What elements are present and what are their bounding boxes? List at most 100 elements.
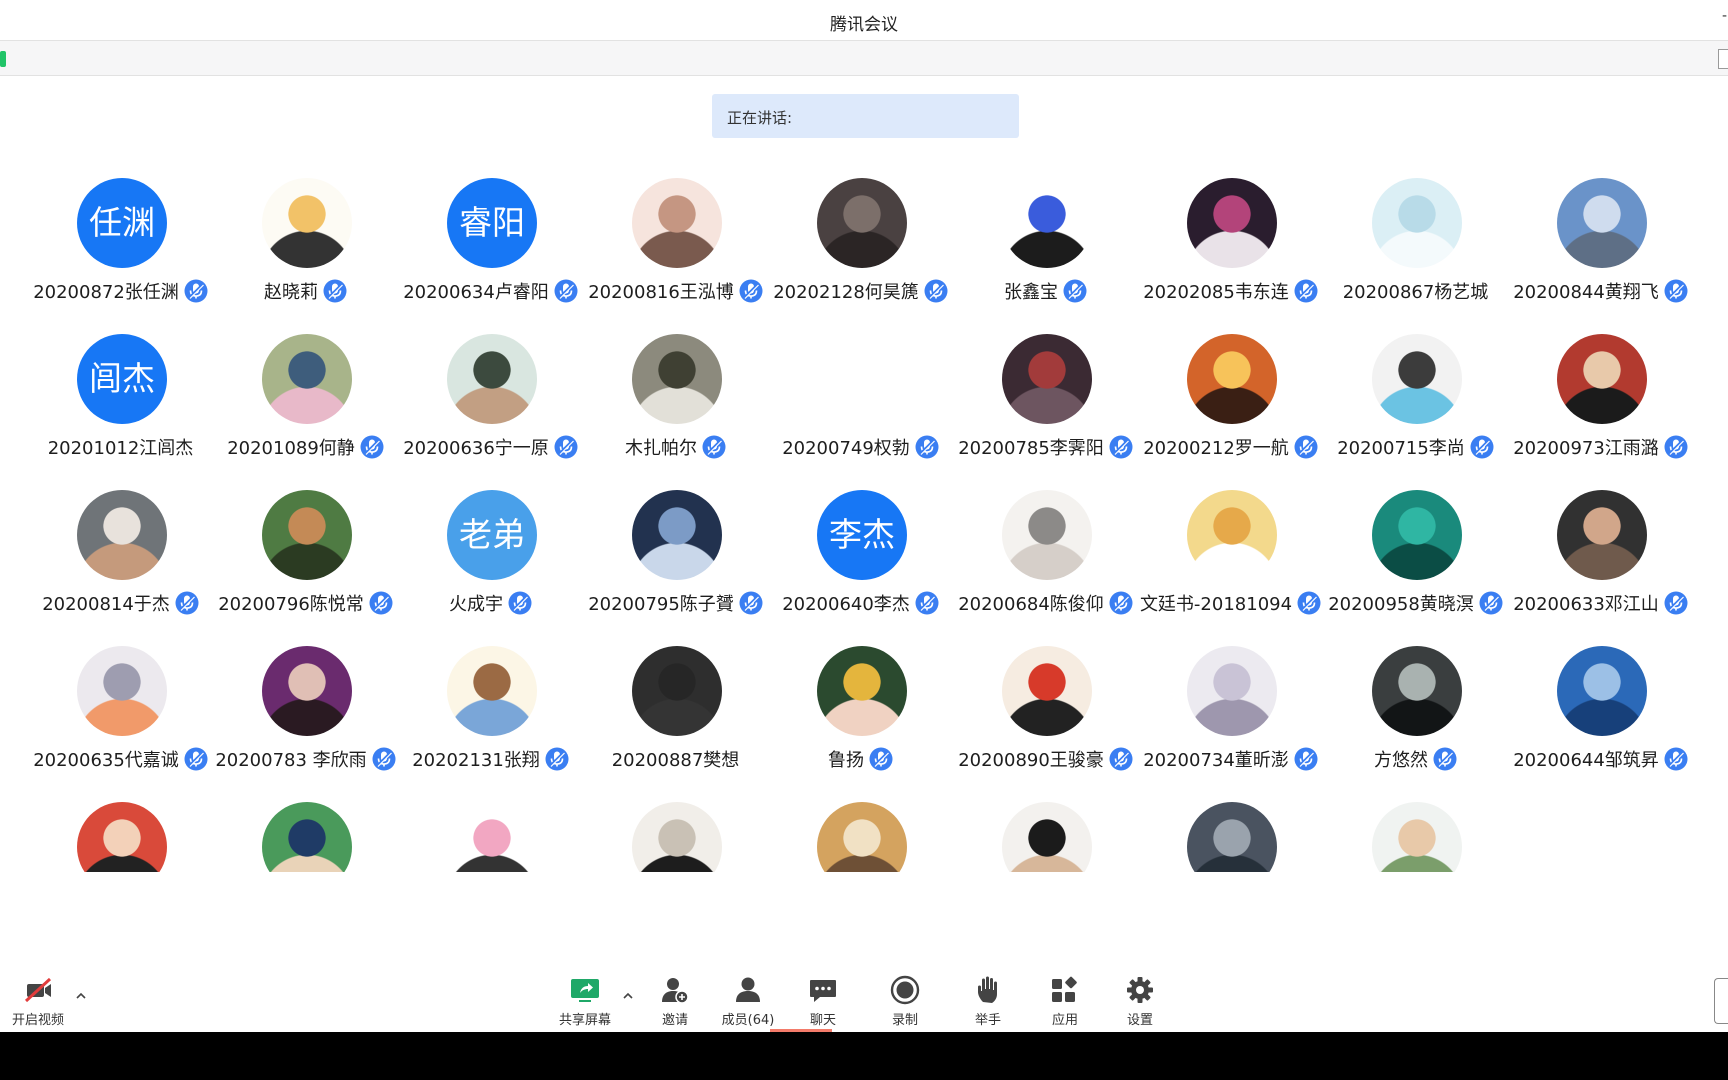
participant-tile[interactable]: 20200684陈俊仰: [953, 487, 1138, 637]
participant-tile[interactable]: 20200844黄翔飞: [1508, 175, 1693, 325]
participant-name: 20202128何昊篪: [773, 282, 919, 303]
participant-name: 赵晓莉: [264, 282, 318, 303]
participant-name: 方悠然: [1374, 750, 1428, 771]
participant-tile[interactable]: 20200796陈悦常: [213, 487, 398, 637]
participant-tile[interactable]: 20200783 李欣雨: [213, 643, 398, 793]
participant-name-row: 20200844黄翔飞: [1508, 279, 1693, 303]
participant-tile[interactable]: 张鑫宝: [953, 175, 1138, 325]
settings-label: 设置: [1126, 1013, 1153, 1028]
participant-tile[interactable]: 睿阳 20200634卢睿阳: [398, 175, 583, 325]
microphone-icon: [175, 591, 199, 615]
participant-tile[interactable]: [213, 799, 398, 872]
share-options-caret-icon[interactable]: [620, 988, 636, 1004]
view-toggle-button[interactable]: [1718, 49, 1728, 69]
participant-tile[interactable]: 20200973江雨潞: [1508, 331, 1693, 481]
avatar-initials: 睿阳: [447, 178, 537, 268]
participant-tile[interactable]: 20200635代嘉诚: [28, 643, 213, 793]
participant-name-row: 20200633邓江山: [1508, 591, 1693, 615]
participant-tile[interactable]: 方悠然: [1323, 643, 1508, 793]
video-options-caret-icon[interactable]: [73, 988, 89, 1004]
microphone-icon: [1109, 435, 1133, 459]
speaking-indicator: 正在讲话:: [712, 94, 1019, 138]
participant-tile[interactable]: 任渊 20200872张任渊: [28, 175, 213, 325]
side-panel-toggle[interactable]: [1714, 978, 1728, 1024]
members-button[interactable]: 成员(64): [710, 960, 786, 1032]
participant-name-row: 20200887樊想: [583, 747, 768, 771]
participant-tile[interactable]: 20201089何静: [213, 331, 398, 481]
participant-name-row: 20200890王骏豪: [953, 747, 1138, 771]
apps-button[interactable]: 应用: [1027, 960, 1103, 1032]
title-bar: 腾讯会议 -: [0, 0, 1728, 40]
microphone-icon: [739, 279, 763, 303]
microphone-icon: [184, 279, 208, 303]
participant-tile[interactable]: 20200816王泓博: [583, 175, 768, 325]
participant-tile[interactable]: 老弟 火成宇: [398, 487, 583, 637]
participant-tile[interactable]: 20200785李霁阳: [953, 331, 1138, 481]
participant-tile[interactable]: 文廷书-20181094: [1138, 487, 1323, 637]
participant-tile[interactable]: 20200212罗一航: [1138, 331, 1323, 481]
participant-name-row: 20202085韦东连: [1138, 279, 1323, 303]
apps-icon: [1052, 976, 1077, 1002]
participant-name: 20201089何静: [227, 438, 355, 459]
video-toggle-button[interactable]: 开启视频: [0, 960, 76, 1032]
participant-tile[interactable]: 李杰 20200640李杰: [768, 487, 953, 637]
participant-tile[interactable]: 20202128何昊篪: [768, 175, 953, 325]
avatar-initials: 李杰: [817, 490, 907, 580]
participant-name: 20200640李杰: [782, 594, 910, 615]
microphone-icon: [1294, 279, 1318, 303]
avatar: [1187, 490, 1277, 580]
participant-tile[interactable]: 20200644邹筑昇: [1508, 643, 1693, 793]
participant-tile[interactable]: [28, 799, 213, 872]
participant-tile[interactable]: 20200887樊想: [583, 643, 768, 793]
participant-tile[interactable]: [1323, 799, 1508, 872]
participant-tile[interactable]: [1138, 799, 1323, 872]
participant-name-row: 20200212罗一航: [1138, 435, 1323, 459]
participant-tile[interactable]: 20200749权勃: [768, 331, 953, 481]
share-screen-button[interactable]: 共享屏幕: [547, 960, 623, 1032]
participant-name: 20201012江闾杰: [47, 438, 194, 459]
participant-tile[interactable]: 20200795陈子贇: [583, 487, 768, 637]
participant-tile[interactable]: 20200633邓江山: [1508, 487, 1693, 637]
participant-tile[interactable]: 木扎帕尔: [583, 331, 768, 481]
participant-name: 20200795陈子贇: [588, 594, 734, 615]
microphone-icon: [1109, 591, 1133, 615]
participant-name: 20200634卢睿阳: [403, 282, 549, 303]
participant-grid: 任渊 20200872张任渊 赵晓莉 睿阳 20200634卢睿阳 20200816王泓博…: [0, 175, 1728, 872]
participant-tile[interactable]: 20202131张翔: [398, 643, 583, 793]
participant-tile[interactable]: [768, 799, 953, 872]
participant-name-row: 20200783 李欣雨: [213, 747, 398, 771]
participant-tile[interactable]: 闾杰 20201012江闾杰: [28, 331, 213, 481]
participant-name: 张鑫宝: [1004, 282, 1058, 303]
microphone-icon: [545, 747, 569, 771]
microphone-icon: [1664, 279, 1688, 303]
participant-name: 20202085韦东连: [1143, 282, 1289, 303]
members-label: 成员(64): [721, 1013, 775, 1028]
participant-tile[interactable]: [583, 799, 768, 872]
window-control-edge[interactable]: -: [1722, 8, 1728, 30]
participant-tile[interactable]: 20202085韦东连: [1138, 175, 1323, 325]
participant-tile[interactable]: 20200867杨艺城: [1323, 175, 1508, 325]
raise-hand-button[interactable]: 举手: [950, 960, 1026, 1032]
participant-tile[interactable]: 20200734董昕澎: [1138, 643, 1323, 793]
settings-button[interactable]: 设置: [1102, 960, 1178, 1032]
participant-tile[interactable]: [953, 799, 1138, 872]
participant-tile[interactable]: 20200636宁一原: [398, 331, 583, 481]
participant-name: 20200844黄翔飞: [1513, 282, 1659, 303]
network-signal-icon[interactable]: [0, 51, 6, 67]
participant-tile[interactable]: 鲁扬: [768, 643, 953, 793]
participant-tile[interactable]: [398, 799, 583, 872]
participant-tile[interactable]: 20200958黄晓溟: [1323, 487, 1508, 637]
participant-tile[interactable]: 20200814于杰: [28, 487, 213, 637]
participant-tile[interactable]: 赵晓莉: [213, 175, 398, 325]
participant-name: 20200633邓江山: [1513, 594, 1659, 615]
participant-name-row: 20200973江雨潞: [1508, 435, 1693, 459]
participant-tile[interactable]: 20200890王骏豪: [953, 643, 1138, 793]
window-title: 腾讯会议: [830, 15, 898, 35]
chat-button[interactable]: 聊天: [785, 960, 861, 1032]
participant-tile[interactable]: 20200715李尚: [1323, 331, 1508, 481]
microphone-icon: [1664, 747, 1688, 771]
invite-button[interactable]: 邀请: [637, 960, 713, 1032]
record-button[interactable]: 录制: [867, 960, 943, 1032]
participant-name-row: 20200795陈子贇: [583, 591, 768, 615]
avatar: [817, 802, 907, 872]
